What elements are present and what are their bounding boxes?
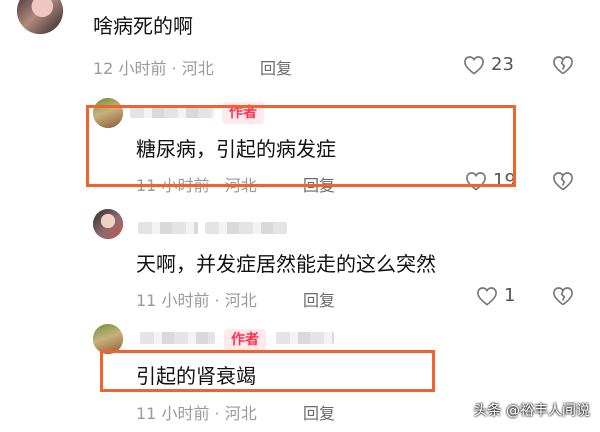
avatar[interactable] (17, 0, 63, 34)
comment-meta: 12 小时前 · 河北 回复 (93, 55, 292, 79)
dislike-button[interactable] (552, 55, 574, 75)
username-masked (138, 222, 198, 234)
heart-icon (477, 286, 497, 306)
reply-button[interactable]: 回复 (303, 400, 335, 424)
like-count: 23 (491, 54, 514, 75)
dislike-button[interactable] (552, 286, 574, 306)
comment-1: 啥病死的啊 12 小时前 · 河北 回复 23 (0, 0, 600, 95)
reply-button[interactable]: 回复 (303, 287, 335, 311)
avatar[interactable] (93, 209, 123, 239)
time-location: 11 小时前 · 河北 (136, 291, 257, 310)
dislike-button[interactable] (552, 171, 574, 191)
comment-meta: 11 小时前 · 河北 回复 (136, 400, 335, 424)
broken-heart-icon (553, 56, 573, 75)
watermark: 头条 @裕丰人间说 (473, 403, 590, 419)
username-masked-2 (276, 332, 334, 344)
broken-heart-icon (553, 172, 573, 191)
author-badge: 作者 (224, 329, 266, 351)
username-masked (140, 332, 215, 344)
time-location: 11 小时前 · 河北 (136, 404, 257, 423)
time-location: 12 小时前 · 河北 (93, 59, 214, 78)
reply-button[interactable]: 回复 (260, 55, 292, 79)
like-button[interactable]: 23 (463, 54, 514, 75)
comment-3: 天啊，并发症居然能走的这么突然 11 小时前 · 河北 回复 1 (0, 200, 600, 310)
like-count: 1 (504, 285, 516, 306)
broken-heart-icon (553, 287, 573, 306)
comment-text: 啥病死的啊 (93, 14, 193, 38)
comment-meta: 11 小时前 · 河北 回复 (136, 287, 335, 311)
comment-text: 天啊，并发症居然能走的这么突然 (136, 252, 436, 276)
like-button[interactable]: 1 (476, 285, 515, 306)
heart-icon (464, 55, 484, 75)
highlight-box (86, 105, 516, 187)
highlight-box (100, 350, 435, 392)
username-masked-2 (205, 222, 287, 234)
